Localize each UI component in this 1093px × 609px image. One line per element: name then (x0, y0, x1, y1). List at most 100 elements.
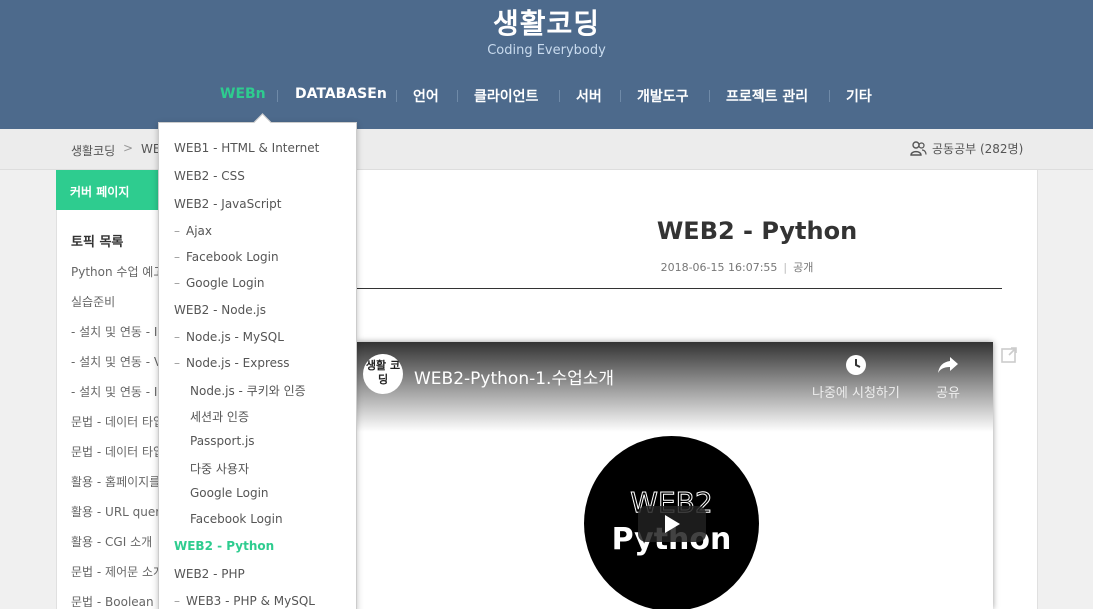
menu-item[interactable]: WEB2 - JavaScript (174, 197, 281, 211)
chevron-right-icon: > (123, 141, 134, 155)
menu-item[interactable]: – WEB3 - PHP & MySQL (174, 594, 315, 608)
meta-divider: | (783, 261, 788, 274)
nav-divider (559, 90, 560, 102)
main-nav: WEBn DATABASEn 언어 클라이언트 서버 개발도구 프로젝트 관리 … (0, 86, 1093, 110)
menu-item-label: Node.js - Express (186, 356, 290, 370)
menu-item-label: WEB2 - JavaScript (174, 197, 282, 211)
nav-divider (396, 90, 397, 102)
menu-item-label: Google Login (190, 486, 269, 500)
topic-list-title: 토픽 목록 (71, 235, 124, 250)
study-group-label: 공동공부 (282명) (932, 142, 1024, 156)
topic-item[interactable]: 문법 - 제어문 소개 (71, 563, 164, 580)
clock-icon (845, 355, 866, 375)
nav-divider (457, 90, 458, 102)
watch-later-button[interactable]: 나중에 시청하기 (812, 354, 900, 401)
youtube-embed[interactable]: 생활 코딩 WEB2-Python-1.수업소개 나중에 시청하기 공유 WEB… (357, 342, 993, 609)
users-icon (910, 141, 927, 156)
play-button[interactable] (638, 506, 706, 542)
dash-icon: – (174, 224, 180, 238)
menu-item[interactable]: WEB2 - CSS (174, 169, 245, 183)
dash-icon: – (174, 594, 180, 608)
menu-item[interactable]: 세션과 인증 (190, 408, 249, 425)
share-label: 공유 (936, 386, 960, 401)
post-date: 2018-06-15 16:07:55 (660, 261, 778, 274)
menu-item[interactable]: – Facebook Login (174, 250, 279, 264)
nav-divider (829, 90, 830, 102)
menu-item[interactable]: Facebook Login (190, 512, 283, 526)
menu-item-label: Node.js - 쿠키와 인증 (190, 384, 306, 398)
nav-item-project-management[interactable]: 프로젝트 관리 (726, 86, 808, 106)
title-divider (356, 288, 1002, 289)
menu-item-label: Facebook Login (190, 512, 283, 526)
post-meta: 2018-06-15 16:07:55 | 공개 (356, 259, 1093, 275)
menu-item-label: 세션과 인증 (190, 410, 250, 424)
share-icon (937, 357, 958, 373)
dash-icon: – (174, 356, 180, 370)
breadcrumb-home[interactable]: 생활코딩 (71, 142, 115, 159)
nav-divider (620, 90, 621, 102)
site-header: 생활코딩 Coding Everybody WEBn DATABASEn 언어 … (0, 0, 1093, 129)
menu-item-label: Passport.js (190, 434, 255, 448)
cover-page-button[interactable]: 커버 페이지 (56, 170, 166, 210)
menu-item[interactable]: – Node.js - MySQL (174, 330, 284, 344)
topic-item[interactable]: - 설치 및 연동 - V (71, 353, 162, 370)
menu-item-label: Google Login (186, 276, 265, 290)
menu-item[interactable]: WEB2 - Node.js (174, 303, 266, 317)
site-title[interactable]: 생활코딩 (0, 2, 1093, 42)
nav-item-etc[interactable]: 기타 (846, 86, 872, 106)
topic-item[interactable]: - 설치 및 연동 - I (71, 323, 157, 340)
menu-item-label: WEB3 - PHP & MySQL (186, 594, 315, 608)
topic-item[interactable]: 문법 - Boolean (71, 593, 154, 609)
topic-item[interactable]: 활용 - 홈페이지를 (71, 473, 160, 490)
external-link-icon[interactable] (1000, 346, 1018, 364)
menu-item-label: WEB2 - PHP (174, 567, 245, 581)
menu-item[interactable]: – Ajax (174, 224, 212, 238)
menu-item[interactable]: Google Login (190, 486, 269, 500)
menu-item-label: WEB2 - Node.js (174, 303, 266, 317)
video-title[interactable]: WEB2-Python-1.수업소개 (414, 364, 614, 389)
menu-item-label: WEB2 - Python (174, 539, 275, 553)
topic-item[interactable]: 문법 - 데이터 타입 (71, 413, 164, 430)
post-title: WEB2 - Python (656, 217, 858, 245)
topic-item[interactable]: Python 수업 예고 (71, 263, 164, 280)
menu-item[interactable]: – Node.js - Express (174, 356, 290, 370)
share-button[interactable]: 공유 (936, 354, 960, 401)
menu-item-active[interactable]: WEB2 - Python (174, 539, 274, 553)
topic-item[interactable]: 활용 - URL query (71, 503, 167, 520)
webn-dropdown-menu: WEB1 - HTML & Internet WEB2 - CSS WEB2 -… (158, 122, 357, 609)
dash-icon: – (174, 330, 180, 344)
menu-item-label: Node.js - MySQL (186, 330, 284, 344)
menu-item-label: WEB2 - CSS (174, 169, 245, 183)
dash-icon: – (174, 276, 180, 290)
topic-item[interactable]: 문법 - 데이터 타입 (71, 443, 164, 460)
dash-icon: – (174, 250, 180, 264)
post-visibility: 공개 (793, 261, 814, 274)
channel-logo[interactable]: 생활 코딩 (363, 354, 403, 394)
menu-item-label: Ajax (186, 224, 212, 238)
play-icon (665, 515, 680, 533)
menu-item[interactable]: 다중 사용자 (190, 460, 249, 477)
menu-item-label: Facebook Login (186, 250, 279, 264)
topic-item[interactable]: 활용 - CGI 소개 (71, 533, 152, 550)
nav-divider (709, 90, 710, 102)
nav-item-databasen[interactable]: DATABASEn (295, 86, 387, 102)
nav-divider (277, 90, 278, 102)
menu-item[interactable]: WEB1 - HTML & Internet (174, 141, 319, 155)
nav-item-client[interactable]: 클라이언트 (474, 86, 538, 106)
nav-item-devtools[interactable]: 개발도구 (637, 86, 689, 106)
study-group-link[interactable]: 공동공부 (282명) (910, 140, 1023, 157)
site-subtitle: Coding Everybody (487, 43, 606, 58)
menu-item-label: 다중 사용자 (190, 462, 250, 476)
nav-item-webn[interactable]: WEBn (220, 86, 266, 102)
video-thumbnail[interactable]: WEB2 Python (584, 436, 759, 609)
menu-item[interactable]: WEB2 - PHP (174, 567, 245, 581)
menu-item[interactable]: Node.js - 쿠키와 인증 (190, 382, 306, 399)
nav-item-language[interactable]: 언어 (413, 86, 439, 106)
topic-item[interactable]: - 설치 및 연동 - I (71, 383, 157, 400)
topic-item[interactable]: 실습준비 (71, 293, 115, 310)
nav-item-server[interactable]: 서버 (576, 86, 602, 106)
watch-later-label: 나중에 시청하기 (812, 386, 900, 401)
menu-item[interactable]: – Google Login (174, 276, 265, 290)
menu-item-label: WEB1 - HTML & Internet (174, 141, 320, 155)
menu-item[interactable]: Passport.js (190, 434, 255, 448)
